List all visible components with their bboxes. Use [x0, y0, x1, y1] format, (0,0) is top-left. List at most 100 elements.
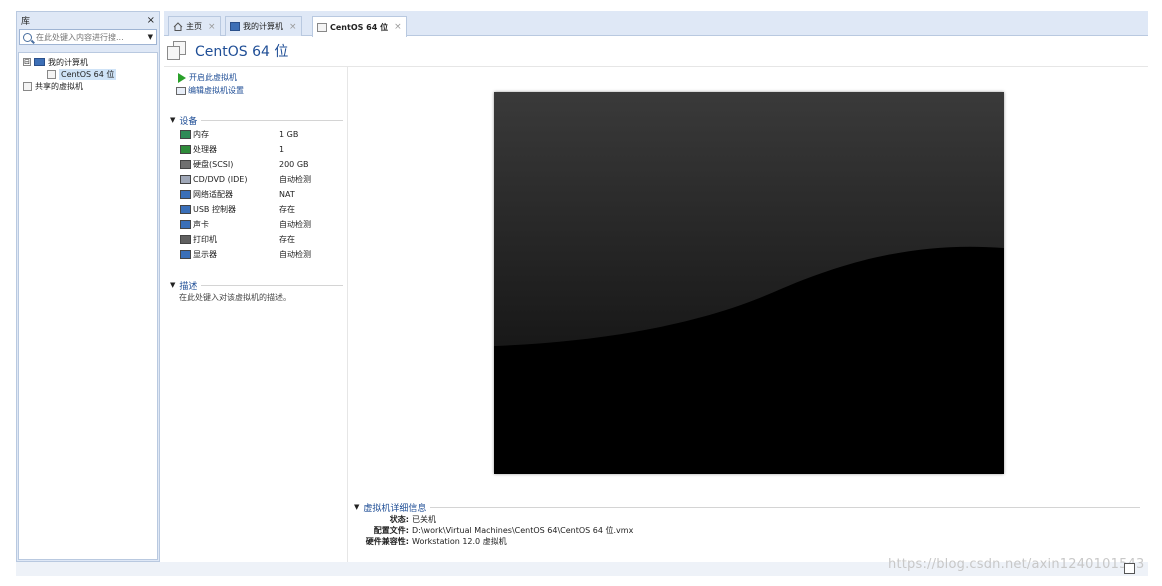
- device-value: 存在: [279, 235, 295, 244]
- device-name: CD/DVD (IDE): [193, 175, 248, 184]
- detail-value: D:\work\Virtual Machines\CentOS 64\CentO…: [412, 526, 634, 535]
- vm-title-row: CentOS 64 位: [167, 40, 288, 62]
- search-dropdown-icon[interactable]: ▼: [148, 33, 153, 41]
- device-name: 显示器: [193, 250, 217, 259]
- divider: [201, 284, 343, 286]
- play-icon: [178, 72, 186, 83]
- tree-item-label: CentOS 64 位: [59, 68, 117, 80]
- tab-label: CentOS 64 位: [330, 22, 389, 32]
- details-section-header[interactable]: ▼ 虚拟机详细信息: [354, 500, 1144, 514]
- device-name: 网络适配器: [193, 190, 233, 199]
- device-value: 自动检测: [279, 220, 311, 229]
- page-title: CentOS 64 位: [195, 44, 289, 60]
- tab-close-icon[interactable]: ×: [289, 22, 297, 32]
- divider: [201, 119, 343, 121]
- settings-icon: [176, 86, 186, 95]
- device-row[interactable]: USB 控制器 存在: [180, 202, 347, 217]
- cd-dvd-icon: [180, 175, 191, 184]
- tree-item-centos[interactable]: CentOS 64 位: [19, 68, 157, 80]
- vm-icon: [317, 22, 327, 32]
- collapse-triangle-icon[interactable]: ▼: [354, 503, 359, 511]
- device-row[interactable]: 处理器 1: [180, 142, 347, 157]
- divider: [430, 506, 1140, 508]
- printer-icon: [180, 235, 191, 244]
- usb-icon: [180, 205, 191, 214]
- device-row[interactable]: 网络适配器 NAT: [180, 187, 347, 202]
- device-value: NAT: [279, 190, 295, 199]
- shared-vm-icon: [23, 81, 32, 91]
- power-on-link[interactable]: 开启此虚拟机: [178, 71, 347, 84]
- device-name: USB 控制器: [193, 205, 236, 214]
- device-value: 自动检测: [279, 250, 311, 259]
- tree-item-shared-vms[interactable]: 共享的虚拟机: [19, 80, 157, 92]
- tree-item-my-computer[interactable]: ⊟ 我的计算机: [19, 56, 157, 68]
- detail-label: 硬件兼容性:: [365, 537, 409, 546]
- library-header: 库 ×: [17, 12, 159, 28]
- device-value: 1: [279, 145, 285, 154]
- device-value: 存在: [279, 205, 295, 214]
- edit-settings-link[interactable]: 编辑虚拟机设置: [176, 84, 347, 97]
- tab-centos[interactable]: CentOS 64 位 ×: [312, 16, 407, 37]
- library-search[interactable]: ▼: [19, 29, 157, 45]
- vm-icon: [167, 41, 187, 61]
- collapse-triangle-icon[interactable]: ▼: [170, 116, 175, 124]
- library-panel: 库 × ▼ ⊟ 我的计算机 CentOS 64 位 共享的虚拟机: [16, 11, 160, 562]
- device-value: 自动检测: [279, 175, 311, 184]
- vm-summary-column: 开启此虚拟机 编辑虚拟机设置 ▼ 设备 内存 1 GB 处理器 1 硬盘(SCSI) 20…: [164, 67, 348, 562]
- home-icon: [173, 22, 183, 31]
- sound-card-icon: [180, 220, 191, 229]
- screen-wave-graphic: [494, 92, 1004, 474]
- network-adapter-icon: [180, 190, 191, 199]
- device-row[interactable]: 显示器 自动检测: [180, 247, 347, 262]
- device-value: 1 GB: [279, 130, 299, 139]
- library-title: 库: [21, 16, 31, 27]
- tab-label: 主页: [186, 22, 202, 31]
- library-search-input[interactable]: [36, 32, 132, 42]
- device-name: 声卡: [193, 220, 209, 229]
- tree-item-label: 共享的虚拟机: [35, 81, 83, 91]
- watermark: https://blog.csdn.net/axin1240101543: [888, 557, 1145, 572]
- tree-item-label: 我的计算机: [48, 57, 88, 67]
- cpu-icon: [180, 145, 191, 154]
- device-name: 内存: [193, 130, 209, 139]
- edit-settings-label: 编辑虚拟机设置: [188, 86, 244, 95]
- display-icon: [180, 250, 191, 259]
- description-section-header[interactable]: ▼ 描述: [170, 278, 347, 292]
- device-row[interactable]: 内存 1 GB: [180, 127, 347, 142]
- vm-main-panel: CentOS 64 位 开启此虚拟机 编辑虚拟机设置 ▼ 设备 内存 1 GB 处理…: [164, 37, 1148, 562]
- description-text[interactable]: 在此处键入对该虚拟机的描述。: [179, 292, 347, 303]
- vm-details-section: ▼ 虚拟机详细信息 状态: 已关机 配置文件: D:\work\Virtual …: [354, 500, 1144, 547]
- device-row[interactable]: CD/DVD (IDE) 自动检测: [180, 172, 347, 187]
- detail-label: 状态:: [389, 515, 409, 524]
- device-name: 硬盘(SCSI): [193, 160, 234, 169]
- detail-label: 配置文件:: [373, 526, 409, 535]
- device-row[interactable]: 硬盘(SCSI) 200 GB: [180, 157, 347, 172]
- vm-icon: [47, 69, 56, 79]
- collapse-triangle-icon[interactable]: ▼: [170, 281, 175, 289]
- device-row[interactable]: 声卡 自动检测: [180, 217, 347, 232]
- hard-disk-icon: [180, 160, 191, 169]
- tab-close-icon[interactable]: ×: [394, 22, 402, 32]
- detail-state: 状态: 已关机: [354, 514, 1144, 525]
- resize-icon[interactable]: [1124, 563, 1135, 574]
- section-title: 描述: [179, 281, 198, 292]
- detail-hardware-compat: 硬件兼容性: Workstation 12.0 虚拟机: [354, 536, 1144, 547]
- device-row[interactable]: 打印机 存在: [180, 232, 347, 247]
- device-name: 打印机: [193, 235, 217, 244]
- vm-screen-preview[interactable]: [494, 92, 1004, 474]
- library-close-button[interactable]: ×: [147, 15, 155, 26]
- devices-section-header[interactable]: ▼ 设备: [170, 113, 347, 127]
- devices-list: 内存 1 GB 处理器 1 硬盘(SCSI) 200 GB CD/DVD (IDE) 自动检测…: [164, 127, 347, 262]
- detail-value: Workstation 12.0 虚拟机: [412, 537, 507, 546]
- collapse-toggle-icon[interactable]: ⊟: [23, 58, 31, 66]
- power-on-label: 开启此虚拟机: [189, 73, 237, 82]
- search-icon: [23, 32, 32, 42]
- section-title: 虚拟机详细信息: [363, 503, 427, 514]
- library-tree: ⊟ 我的计算机 CentOS 64 位 共享的虚拟机: [18, 52, 158, 560]
- memory-icon: [180, 130, 191, 139]
- tab-close-icon[interactable]: ×: [208, 22, 216, 32]
- tab-my-computer[interactable]: 我的计算机 ×: [225, 16, 302, 36]
- tab-label: 我的计算机: [243, 22, 283, 31]
- detail-config-file: 配置文件: D:\work\Virtual Machines\CentOS 64…: [354, 525, 1144, 536]
- tab-home[interactable]: 主页 ×: [168, 16, 221, 36]
